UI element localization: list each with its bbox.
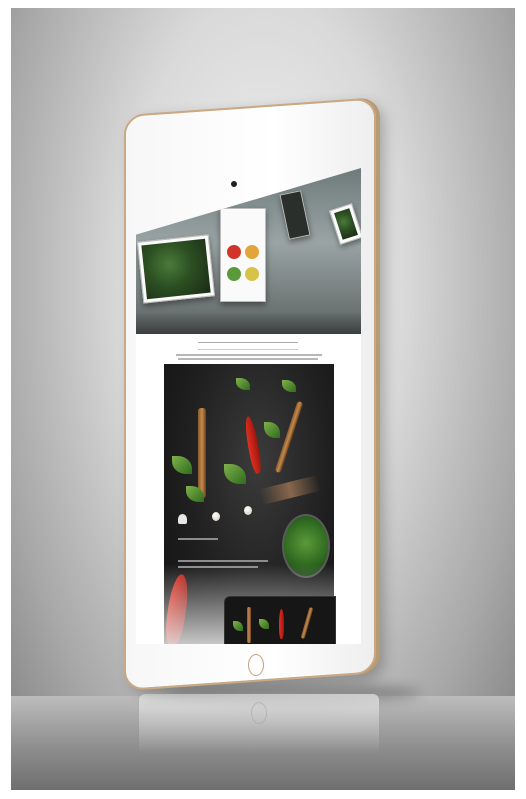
website-poster-image <box>163 364 336 644</box>
food-thumb <box>245 245 259 259</box>
cinnamon-stick <box>198 408 206 498</box>
basil-leaf <box>233 621 243 631</box>
food-thumb <box>245 267 259 281</box>
body-text-line <box>176 354 322 356</box>
laptop-mockup <box>224 596 336 644</box>
food-thumb <box>227 267 241 281</box>
poster-text-line <box>178 560 268 562</box>
greens-image <box>334 208 358 240</box>
home-button <box>248 654 264 676</box>
hero-caption-bar <box>136 314 361 334</box>
greens-image <box>141 238 211 300</box>
article-heading <box>198 342 298 350</box>
tablet-screen <box>136 168 361 644</box>
reflection-home-button <box>251 702 267 724</box>
floating-phone-center <box>220 208 266 302</box>
basil-leaf <box>172 456 192 474</box>
garlic-clove <box>212 512 220 521</box>
front-camera-icon <box>231 181 237 187</box>
poster-script-word <box>258 474 322 506</box>
basil-leaf <box>282 380 296 392</box>
basil-leaf <box>259 619 269 629</box>
floating-phone-right <box>279 190 311 240</box>
poster-text-line <box>178 538 218 540</box>
food-thumb <box>227 245 241 259</box>
garlic-clove <box>244 506 252 515</box>
basil-leaf <box>224 464 246 484</box>
floating-screen-left <box>136 234 216 304</box>
wooden-root <box>300 607 314 639</box>
red-chili <box>243 415 263 475</box>
brand-logo-icon <box>178 514 187 524</box>
body-text-line <box>178 358 318 360</box>
red-chili <box>279 609 284 639</box>
cinnamon-stick <box>247 607 251 643</box>
basil-leaf <box>236 378 250 390</box>
floating-screen-right <box>329 203 361 245</box>
basil-leaf <box>264 422 280 438</box>
